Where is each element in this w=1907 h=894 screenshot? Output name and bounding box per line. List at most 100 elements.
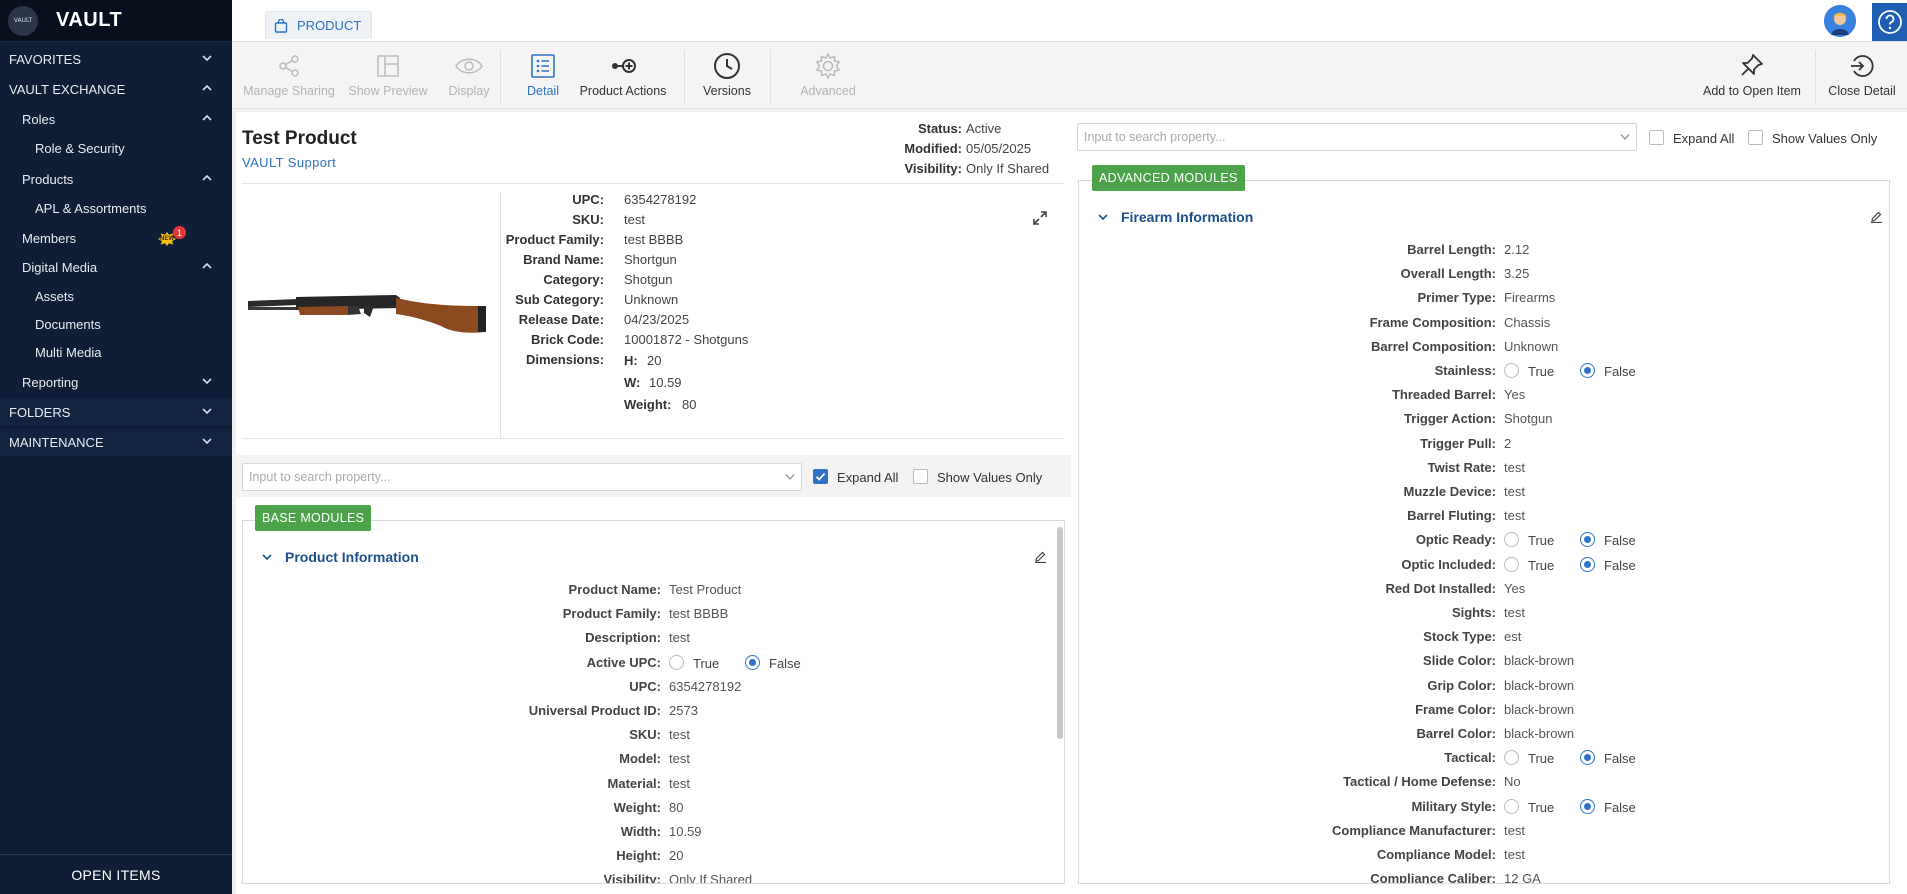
property-label: Universal Product ID:: [528, 703, 661, 718]
sidebar-item-documents[interactable]: Documents: [0, 310, 232, 338]
advanced-button[interactable]: Advanced: [762, 48, 894, 106]
left-search-input[interactable]: Input to search property...: [242, 463, 802, 491]
release-date-label: Release Date:: [518, 312, 604, 327]
sidebar-item-roles[interactable]: Roles: [0, 105, 232, 133]
radio-true[interactable]: [1504, 363, 1519, 378]
scrollbar[interactable]: [1057, 527, 1063, 739]
chevron-down-icon: [202, 436, 212, 446]
expand-all-checkbox[interactable]: [1649, 130, 1664, 145]
sku-value: test: [624, 212, 645, 227]
sidebar-item-label: FOLDERS: [9, 404, 71, 420]
upc-label: UPC:: [572, 192, 604, 207]
property-label: Red Dot Installed:: [1385, 580, 1496, 596]
sidebar-item-apl-assortments[interactable]: APL & Assortments: [0, 194, 232, 222]
property-label: Muzzle Device:: [1403, 484, 1496, 499]
module-title[interactable]: Product Information: [285, 549, 419, 565]
chevron-up-icon: [202, 173, 212, 183]
property-label: Model:: [619, 751, 661, 767]
property-value: Chassis: [1504, 314, 1551, 330]
expand-icon[interactable]: [1032, 210, 1048, 226]
sidebar-item-multi-media[interactable]: Multi Media: [0, 338, 232, 366]
manage-sharing-button[interactable]: Manage Sharing: [242, 48, 336, 106]
product-owner-link[interactable]: VAULT Support: [242, 155, 336, 170]
right-search-input[interactable]: Input to search property...: [1077, 123, 1637, 151]
radio-true-label: True: [1528, 799, 1555, 815]
radio-false[interactable]: [745, 654, 760, 670]
sidebar-item-favorites[interactable]: FAVORITES: [0, 45, 232, 73]
tab-product[interactable]: PRODUCT: [265, 11, 373, 39]
brand[interactable]: VAULT VAULT: [0, 0, 232, 42]
radio-false[interactable]: [1580, 556, 1595, 572]
toolbar: Manage Sharing Show Preview Display Deta…: [232, 42, 1907, 109]
edit-icon[interactable]: [1870, 210, 1883, 223]
property-value: 12 GA: [1504, 871, 1541, 884]
product-summary: UPC: 6354278192 SKU: test Product Family…: [242, 183, 1064, 439]
user-avatar[interactable]: [1824, 5, 1856, 37]
property-label: Optic Ready:: [1415, 532, 1496, 548]
sidebar-item-role-security[interactable]: Role & Security: [0, 134, 232, 162]
sidebar-item-products[interactable]: Products: [0, 165, 232, 193]
sku-label: SKU:: [572, 212, 604, 227]
expand-all-checkbox[interactable]: [813, 469, 828, 484]
radio-false[interactable]: [1580, 750, 1595, 766]
radio-false-label: False: [769, 655, 801, 671]
sidebar-item-maintenance[interactable]: MAINTENANCE: [0, 428, 232, 456]
sidebar-item-vault-exchange[interactable]: VAULT EXCHANGE: [0, 75, 232, 103]
radio-false[interactable]: [1580, 532, 1595, 548]
sidebar-item-assets[interactable]: Assets: [0, 282, 232, 310]
radio-true[interactable]: [1504, 798, 1519, 814]
subcategory-value: Unknown: [624, 292, 679, 307]
property-label: Stock Type:: [1423, 629, 1496, 645]
chevron-down-icon: [1620, 134, 1630, 141]
vault-logo-icon: VAULT: [8, 5, 38, 36]
property-value: 80: [669, 799, 684, 815]
display-button[interactable]: Display: [440, 48, 498, 106]
radio-false-label: False: [1604, 799, 1636, 815]
radio-true[interactable]: [669, 654, 684, 670]
brick-code-value: 10001872 - Shotguns: [624, 332, 749, 347]
show-values-only-checkbox[interactable]: [1748, 130, 1763, 145]
show-preview-button[interactable]: Show Preview: [346, 48, 430, 106]
versions-button[interactable]: Versions: [686, 48, 768, 106]
property-value: 2.12: [1504, 242, 1530, 257]
chevron-down-icon[interactable]: [1097, 211, 1109, 223]
close-detail-button[interactable]: Close Detail: [1822, 48, 1902, 106]
sidebar-item-reporting[interactable]: Reporting: [0, 368, 232, 396]
help-button[interactable]: [1872, 3, 1907, 41]
add-to-open-item-button[interactable]: Add to Open Item: [1692, 48, 1812, 106]
module-title[interactable]: Firearm Information: [1121, 209, 1253, 225]
property-value: Yes: [1504, 580, 1526, 596]
notification-count: 1: [173, 226, 186, 239]
radio-true[interactable]: [1504, 556, 1519, 572]
brand-label: Brand Name:: [523, 252, 604, 267]
radio-true-label: True: [693, 655, 720, 671]
open-items-button[interactable]: OPEN ITEMS: [0, 854, 232, 894]
property-label: Compliance Caliber:: [1370, 871, 1496, 884]
property-label: Height:: [616, 848, 661, 864]
brand-name: VAULT: [56, 9, 123, 31]
property-label: Width:: [620, 824, 661, 839]
sidebar-item-label: VAULT EXCHANGE: [9, 81, 126, 97]
property-value: Yes: [1504, 387, 1526, 403]
share-icon: [279, 55, 299, 77]
property-value: Unknown: [1504, 338, 1559, 354]
property-value: Test Product: [669, 582, 742, 597]
property-label: Optic Included:: [1401, 556, 1496, 572]
sidebar-item-folders[interactable]: FOLDERS: [0, 398, 232, 426]
checkmark-icon: [815, 472, 826, 481]
chevron-down-icon[interactable]: [261, 551, 273, 563]
radio-true[interactable]: [1504, 532, 1519, 548]
product-actions-button[interactable]: Product Actions: [564, 48, 682, 106]
property-value: Firearms: [1504, 290, 1556, 306]
sidebar-item-members[interactable]: Members NEW 1: [0, 224, 232, 252]
tool-label: Close Detail: [1828, 84, 1896, 98]
edit-icon[interactable]: [1034, 550, 1047, 563]
radio-false[interactable]: [1580, 798, 1595, 814]
radio-true[interactable]: [1504, 750, 1519, 766]
property-label: Frame Color:: [1415, 701, 1496, 717]
radio-false[interactable]: [1580, 363, 1595, 378]
property-value: est: [1504, 629, 1522, 645]
preview-icon: [377, 55, 399, 77]
show-values-only-checkbox[interactable]: [913, 469, 928, 484]
sidebar-item-digital-media[interactable]: Digital Media: [0, 253, 232, 281]
